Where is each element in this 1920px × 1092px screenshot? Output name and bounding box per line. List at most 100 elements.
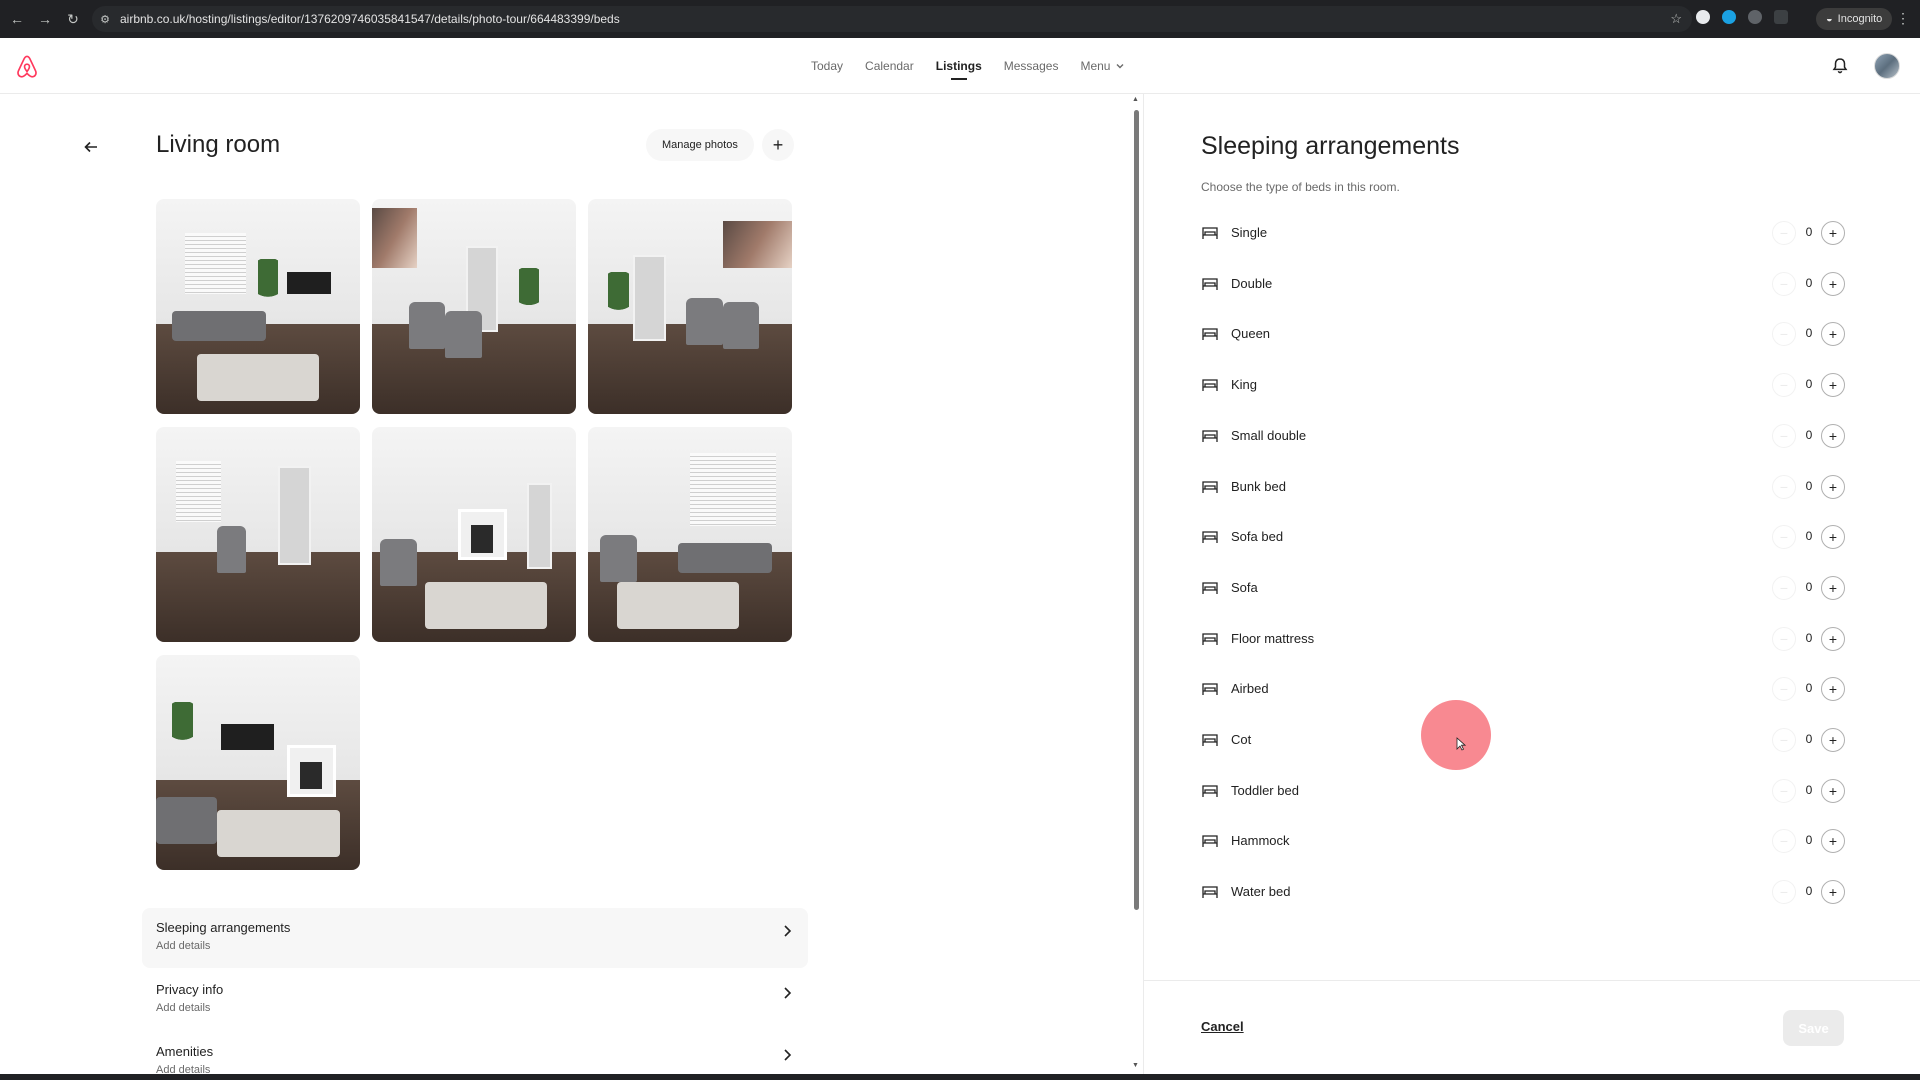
site-info-icon[interactable]: ⚙ — [98, 12, 112, 26]
bell-icon[interactable] — [1830, 56, 1850, 76]
decrease-button[interactable]: − — [1772, 677, 1796, 701]
bed-label: Single — [1231, 225, 1268, 240]
privacy-info-row[interactable]: Privacy info Add details — [142, 970, 808, 1030]
airbnb-logo-icon[interactable] — [14, 54, 40, 80]
scroll-up-arrow-icon[interactable]: ▲ — [1132, 96, 1139, 103]
browser-back-icon[interactable]: ← — [6, 8, 28, 30]
decrease-button[interactable]: − — [1772, 221, 1796, 245]
add-photo-button[interactable]: + — [762, 129, 794, 161]
bed-label: Airbed — [1231, 681, 1269, 696]
bed-count: 0 — [1805, 276, 1813, 290]
decrease-button[interactable]: − — [1772, 525, 1796, 549]
room-photo[interactable] — [372, 199, 576, 414]
extension-icon[interactable] — [1722, 10, 1736, 24]
browser-forward-icon[interactable]: → — [34, 8, 56, 30]
room-photo[interactable] — [156, 427, 360, 642]
click-indicator — [1421, 700, 1491, 770]
scrollbar-thumb[interactable] — [1134, 110, 1139, 910]
nav-messages[interactable]: Messages — [993, 38, 1070, 94]
increase-button[interactable]: + — [1821, 475, 1845, 499]
increase-button[interactable]: + — [1821, 221, 1845, 245]
increase-button[interactable]: + — [1821, 728, 1845, 752]
bed-icon — [1202, 430, 1218, 442]
increase-button[interactable]: + — [1821, 627, 1845, 651]
bed-label: King — [1231, 377, 1258, 392]
room-photo[interactable] — [372, 427, 576, 642]
increase-button[interactable]: + — [1821, 829, 1845, 853]
decrease-button[interactable]: − — [1772, 829, 1796, 853]
back-button[interactable] — [78, 134, 104, 160]
browser-toolbar: ← → ↻ ⚙ airbnb.co.uk/hosting/listings/ed… — [0, 0, 1920, 38]
room-photo[interactable] — [156, 199, 360, 414]
arrow-left-icon — [84, 141, 97, 153]
bed-row: Toddler bed −0 + — [1201, 776, 1845, 806]
increase-button[interactable]: + — [1821, 424, 1845, 448]
bed-label: Water bed — [1231, 884, 1291, 899]
decrease-button[interactable]: − — [1772, 880, 1796, 904]
room-photo[interactable] — [588, 199, 792, 414]
bed-count: 0 — [1805, 732, 1813, 746]
increase-button[interactable]: + — [1821, 322, 1845, 346]
panel-subtitle: Choose the type of beds in this room. — [1201, 180, 1400, 194]
decrease-button[interactable]: − — [1772, 322, 1796, 346]
panel-title: Sleeping arrangements — [1201, 132, 1460, 160]
bed-count: 0 — [1805, 884, 1813, 898]
extension-icon[interactable] — [1748, 10, 1762, 24]
puzzle-icon[interactable] — [1774, 10, 1788, 24]
increase-button[interactable]: + — [1821, 779, 1845, 803]
cancel-button[interactable]: Cancel — [1201, 1019, 1244, 1034]
address-bar[interactable]: ⚙ airbnb.co.uk/hosting/listings/editor/1… — [92, 6, 1692, 32]
bed-icon — [1202, 633, 1218, 645]
bed-row: Queen −0 + — [1201, 319, 1845, 349]
bookmark-star-icon[interactable]: ☆ — [1670, 11, 1682, 27]
bed-count: 0 — [1805, 631, 1813, 645]
decrease-button[interactable]: − — [1772, 627, 1796, 651]
plus-icon: + — [772, 134, 784, 155]
bed-row: Small double −0 + — [1201, 421, 1845, 451]
decrease-button[interactable]: − — [1772, 475, 1796, 499]
bed-label: Hammock — [1231, 833, 1290, 848]
increase-button[interactable]: + — [1821, 525, 1845, 549]
section-sub: Add details — [156, 1002, 211, 1014]
bed-icon — [1202, 734, 1218, 746]
top-navigation: Today Calendar Listings Messages Menu — [800, 38, 1136, 94]
browser-reload-icon[interactable]: ↻ — [62, 8, 84, 30]
nav-menu-label: Menu — [1080, 59, 1111, 73]
increase-button[interactable]: + — [1821, 373, 1845, 397]
nav-menu[interactable]: Menu — [1069, 38, 1136, 94]
bed-icon — [1202, 481, 1218, 493]
decrease-button[interactable]: − — [1772, 272, 1796, 296]
decrease-button[interactable]: − — [1772, 779, 1796, 803]
bed-label: Sofa bed — [1231, 529, 1284, 544]
bed-label: Double — [1231, 276, 1273, 291]
room-photo[interactable] — [588, 427, 792, 642]
mouse-cursor-icon — [1456, 737, 1466, 751]
decrease-button[interactable]: − — [1772, 728, 1796, 752]
save-button[interactable]: Save — [1783, 1010, 1844, 1046]
scroll-down-arrow-icon[interactable]: ▼ — [1132, 1062, 1139, 1069]
nav-calendar[interactable]: Calendar — [854, 38, 925, 94]
page-title: Living room — [156, 131, 281, 158]
avatar[interactable] — [1874, 53, 1900, 79]
decrease-button[interactable]: − — [1772, 576, 1796, 600]
increase-button[interactable]: + — [1821, 576, 1845, 600]
nav-listings[interactable]: Listings — [925, 38, 993, 94]
amenities-row[interactable]: Amenities Add details — [142, 1032, 808, 1092]
increase-button[interactable]: + — [1821, 880, 1845, 904]
browser-menu-icon[interactable]: ⋮ — [1896, 10, 1910, 27]
nav-today[interactable]: Today — [800, 38, 854, 94]
bed-row: Cot −0 + — [1201, 725, 1845, 755]
extension-icon[interactable] — [1696, 10, 1710, 24]
app-header: Today Calendar Listings Messages Menu — [0, 38, 1920, 94]
increase-button[interactable]: + — [1821, 272, 1845, 296]
decrease-button[interactable]: − — [1772, 424, 1796, 448]
decrease-button[interactable]: − — [1772, 373, 1796, 397]
incognito-badge[interactable]: ◒ Incognito — [1816, 8, 1893, 30]
bed-icon — [1202, 582, 1218, 594]
bed-icon — [1202, 683, 1218, 695]
increase-button[interactable]: + — [1821, 677, 1845, 701]
sleeping-arrangements-row[interactable]: Sleeping arrangements Add details — [142, 908, 808, 968]
room-photo[interactable] — [156, 655, 360, 870]
bed-icon — [1202, 886, 1218, 898]
manage-photos-button[interactable]: Manage photos — [646, 129, 754, 161]
